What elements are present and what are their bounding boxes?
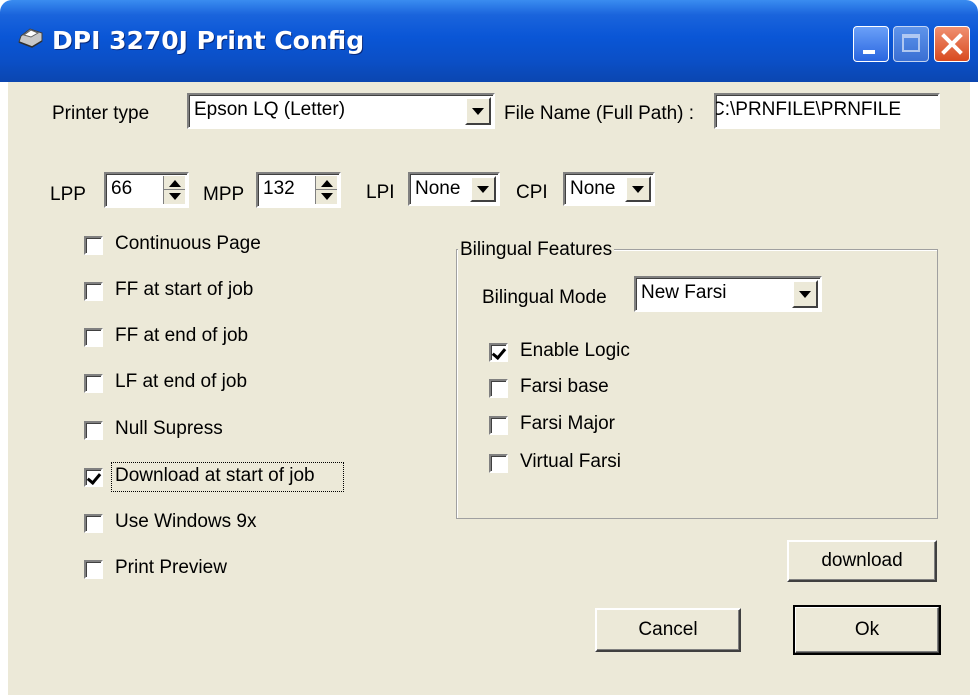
printer-type-select[interactable]: Epson LQ (Letter) [187,93,495,129]
mpp-stepper[interactable]: 132 [256,172,341,208]
option-label[interactable]: Use Windows 9x [115,511,257,533]
checkbox-null-supress[interactable] [84,421,103,440]
lpp-label: LPP [50,184,86,205]
chevron-down-icon[interactable] [792,280,818,308]
checkbox-virtual-farsi[interactable] [489,454,508,473]
printer-icon [18,28,43,48]
minimize-button[interactable] [853,26,889,62]
spin-arrows-icon[interactable] [315,176,337,204]
maximize-button [893,26,929,62]
option-label[interactable]: Print Preview [115,557,227,579]
cpi-label: CPI [516,182,548,203]
ok-button[interactable]: Ok [793,605,941,655]
printer-type-label: Printer type [52,103,150,124]
bilingual-option-label[interactable]: Farsi base [520,376,609,398]
close-button[interactable] [934,26,970,62]
print-config-window: DPI 3270J Print Config Printer type Epso… [0,0,978,695]
bilingual-mode-label: Bilingual Mode [482,287,607,308]
close-icon [941,33,963,55]
checkbox-ff-end[interactable] [84,328,103,347]
chevron-down-icon[interactable] [465,97,491,125]
cpi-select[interactable]: None [563,172,655,206]
mpp-label: MPP [203,184,245,205]
chevron-down-icon[interactable] [625,176,651,202]
bilingual-group-title: Bilingual Features [458,239,615,261]
option-label[interactable]: Null Supress [115,418,223,440]
checkbox-continuous-page[interactable] [84,236,103,255]
bilingual-option-label[interactable]: Enable Logic [520,340,630,362]
lpi-label: LPI [366,182,395,203]
bilingual-option-label[interactable]: Virtual Farsi [520,451,621,473]
checkbox-enable-logic[interactable] [489,343,508,362]
option-label[interactable]: FF at start of job [115,279,253,301]
option-label[interactable]: FF at end of job [115,325,248,347]
file-name-input[interactable]: C:\PRNFILE\PRNFILE [714,93,940,129]
download-button[interactable]: download [787,540,937,582]
checkbox-print-preview[interactable] [84,560,103,579]
dialog-client: Printer type Epson LQ (Letter) File Name… [8,82,970,695]
checkbox-farsi-base[interactable] [489,379,508,398]
checkbox-download-start[interactable] [84,468,103,487]
cancel-button[interactable]: Cancel [595,608,741,652]
spin-arrows-icon[interactable] [163,176,185,204]
lpi-select[interactable]: None [408,172,500,206]
bilingual-mode-select[interactable]: New Farsi [634,276,822,312]
title-bar[interactable]: DPI 3270J Print Config [0,0,978,82]
option-label[interactable]: Download at start of job [115,465,315,487]
file-name-label: File Name (Full Path) : [504,103,695,124]
chevron-down-icon[interactable] [470,176,496,202]
lpp-stepper[interactable]: 66 [104,172,189,208]
option-label[interactable]: LF at end of job [115,371,247,393]
checkbox-ff-start[interactable] [84,282,103,301]
checkbox-farsi-major[interactable] [489,416,508,435]
option-label[interactable]: Continuous Page [115,233,261,255]
window-title: DPI 3270J Print Config [52,26,365,55]
checkbox-lf-end[interactable] [84,374,103,393]
checkbox-use-windows-9x[interactable] [84,514,103,533]
bilingual-option-label[interactable]: Farsi Major [520,413,615,435]
